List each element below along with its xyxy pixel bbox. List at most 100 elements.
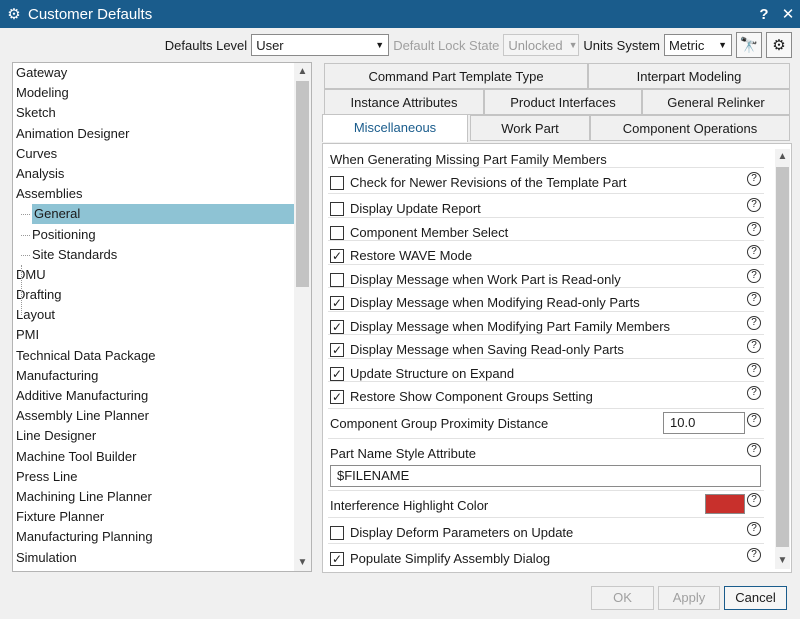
help-icon[interactable]: ? bbox=[747, 363, 761, 377]
option-checkbox[interactable]: ✓ bbox=[330, 342, 344, 357]
help-icon[interactable]: ? bbox=[747, 522, 761, 536]
ok-button[interactable]: OK bbox=[591, 586, 654, 610]
checkmark-icon: ✓ bbox=[331, 366, 343, 381]
tab-miscellaneous[interactable]: Miscellaneous bbox=[322, 114, 468, 142]
window-title: Customer Defaults bbox=[28, 5, 153, 23]
option-label: Display Deform Parameters on Update bbox=[350, 525, 574, 540]
tree-item-machining-line-planner[interactable]: Machining Line Planner bbox=[13, 487, 311, 507]
tree-item-positioning[interactable]: Positioning bbox=[13, 225, 311, 245]
help-icon[interactable]: ? bbox=[747, 443, 761, 457]
proximity-input[interactable]: 10.0 bbox=[663, 412, 745, 434]
tree-item-fixture-planner[interactable]: Fixture Planner bbox=[13, 507, 311, 527]
help-icon[interactable]: ? bbox=[747, 339, 761, 353]
settings-button[interactable]: ⚙ bbox=[766, 32, 792, 58]
tab-work-part[interactable]: Work Part bbox=[470, 115, 590, 141]
tree-item-analysis[interactable]: Analysis bbox=[13, 164, 311, 184]
lock-state-value: Unlocked bbox=[508, 37, 563, 53]
panel-scrollbar[interactable]: ▲ ▼ bbox=[775, 149, 790, 569]
tree-item-label: Technical Data Package bbox=[16, 347, 156, 363]
option-checkbox[interactable] bbox=[330, 272, 344, 287]
tree-item-label: Manufacturing bbox=[16, 367, 99, 383]
scroll-thumb[interactable] bbox=[776, 167, 789, 547]
units-system-select[interactable]: Metric ▼ bbox=[664, 34, 732, 56]
option-checkbox[interactable] bbox=[330, 525, 344, 540]
option-checkbox[interactable]: ✓ bbox=[330, 551, 344, 566]
tree-item-sketch[interactable]: Sketch bbox=[13, 103, 311, 123]
apply-button[interactable]: Apply bbox=[658, 586, 720, 610]
tree-item-additive-manufacturing[interactable]: Additive Manufacturing bbox=[13, 386, 311, 406]
tab-interpart-modeling[interactable]: Interpart Modeling bbox=[588, 63, 790, 89]
tab-instance-attributes[interactable]: Instance Attributes bbox=[324, 89, 484, 115]
help-icon[interactable]: ? bbox=[747, 269, 761, 283]
tree-item-dmu[interactable]: DMU bbox=[13, 265, 311, 285]
tree-item-technical-data-package[interactable]: Technical Data Package bbox=[13, 346, 311, 366]
scroll-up-icon[interactable]: ▲ bbox=[775, 149, 790, 165]
tab-product-interfaces[interactable]: Product Interfaces bbox=[484, 89, 642, 115]
option-checkbox[interactable]: ✓ bbox=[330, 319, 344, 334]
tree-item-label: Line Designer bbox=[16, 428, 97, 444]
tab-general-relinker[interactable]: General Relinker bbox=[642, 89, 790, 115]
help-icon[interactable]: ? bbox=[747, 548, 761, 562]
scroll-down-icon[interactable]: ▼ bbox=[294, 554, 311, 571]
scroll-thumb[interactable] bbox=[296, 81, 309, 287]
option-checkbox[interactable]: ✓ bbox=[330, 389, 344, 404]
defaults-level-select[interactable]: User ▼ bbox=[251, 34, 390, 56]
tree-item-label: Curves bbox=[16, 145, 58, 161]
tree-scrollbar[interactable]: ▲ ▼ bbox=[294, 63, 311, 571]
tree-item-general[interactable]: General bbox=[13, 204, 311, 225]
help-icon[interactable]: ? bbox=[747, 222, 761, 236]
option-checkbox[interactable]: ✓ bbox=[330, 366, 344, 381]
option-checkbox[interactable]: ✓ bbox=[330, 248, 344, 263]
part-name-input[interactable]: $FILENAME bbox=[330, 465, 761, 487]
category-tree[interactable]: Gateway Modeling Sketch Animation Designer C… bbox=[12, 62, 312, 572]
help-icon[interactable]: ? bbox=[747, 292, 761, 306]
tree-item-curves[interactable]: Curves bbox=[13, 144, 311, 164]
tree-item-gateway[interactable]: Gateway bbox=[13, 63, 311, 83]
tree-item-simulation[interactable]: Simulation bbox=[13, 548, 311, 568]
tree-item-animation-designer[interactable]: Animation Designer bbox=[13, 124, 311, 144]
tab-component-operations[interactable]: Component Operations bbox=[590, 115, 790, 141]
option-checkbox[interactable] bbox=[330, 175, 344, 190]
tree-item-assemblies[interactable]: Assemblies bbox=[13, 184, 311, 204]
cancel-button[interactable]: Cancel bbox=[724, 586, 787, 610]
tree-item-label: Sketch bbox=[16, 105, 56, 121]
help-icon[interactable]: ? bbox=[747, 493, 761, 507]
option-checkbox[interactable]: ✓ bbox=[330, 295, 344, 310]
tree-item-layout[interactable]: Layout bbox=[13, 305, 311, 325]
scroll-up-icon[interactable]: ▲ bbox=[294, 63, 311, 80]
option-label: Component Member Select bbox=[350, 225, 509, 240]
tree-item-site-standards[interactable]: Site Standards bbox=[13, 245, 311, 265]
tree-item-label: Simulation bbox=[16, 549, 77, 565]
option-row: Check for Newer Revisions of the Templat… bbox=[330, 175, 764, 190]
tree-item-modeling[interactable]: Modeling bbox=[13, 83, 311, 103]
tree-item-drafting[interactable]: Drafting bbox=[13, 285, 311, 305]
help-icon[interactable]: ? bbox=[747, 198, 761, 212]
tree-item-label: Machine Tool Builder bbox=[16, 448, 137, 464]
close-button[interactable]: ✕ bbox=[776, 5, 800, 23]
option-checkbox[interactable] bbox=[330, 225, 344, 240]
section-heading-label: When Generating Missing Part Family Memb… bbox=[330, 152, 607, 167]
tree-item-press-line[interactable]: Press Line bbox=[13, 467, 311, 487]
divider bbox=[328, 381, 764, 382]
tree-item-line-designer[interactable]: Line Designer bbox=[13, 426, 311, 446]
option-checkbox[interactable] bbox=[330, 201, 344, 216]
tree-item-machine-tool-builder[interactable]: Machine Tool Builder bbox=[13, 447, 311, 467]
tab-command-part-template-type[interactable]: Command Part Template Type bbox=[324, 63, 588, 89]
help-icon[interactable]: ? bbox=[747, 316, 761, 330]
units-system-label: Units System bbox=[583, 37, 660, 53]
tree-connector bbox=[21, 265, 22, 315]
help-icon[interactable]: ? bbox=[747, 172, 761, 186]
help-icon[interactable]: ? bbox=[747, 245, 761, 259]
scroll-down-icon[interactable]: ▼ bbox=[775, 553, 790, 569]
help-icon[interactable]: ? bbox=[747, 386, 761, 400]
divider bbox=[328, 358, 764, 359]
tree-item-pmi[interactable]: PMI bbox=[13, 325, 311, 345]
find-button[interactable]: 🔭 bbox=[736, 32, 762, 58]
color-swatch[interactable] bbox=[705, 494, 745, 514]
tree-item-manufacturing[interactable]: Manufacturing bbox=[13, 366, 311, 386]
tree-item-manufacturing-planning[interactable]: Manufacturing Planning bbox=[13, 527, 311, 547]
tree-item-assembly-line-planner[interactable]: Assembly Line Planner bbox=[13, 406, 311, 426]
help-button[interactable]: ? bbox=[752, 6, 776, 23]
help-icon[interactable]: ? bbox=[747, 413, 761, 427]
lock-state-select[interactable]: Unlocked ▼ bbox=[503, 34, 580, 56]
